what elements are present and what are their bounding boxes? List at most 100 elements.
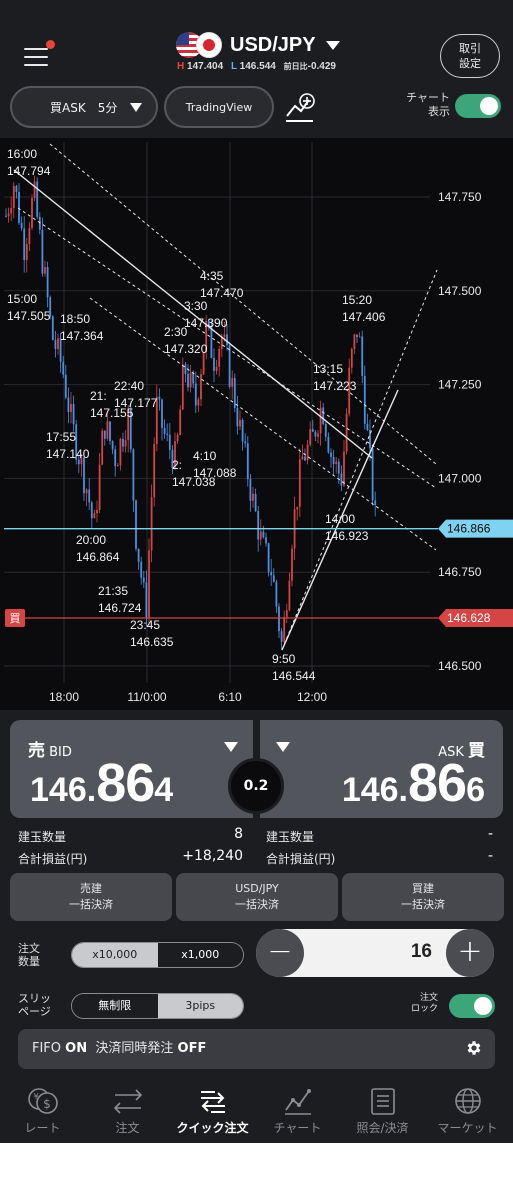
order-qty-label: 注文 数量 xyxy=(18,942,40,968)
candle xyxy=(132,449,135,501)
bid-price-tag-label: 146.866 xyxy=(447,522,491,536)
tab-rate[interactable]: $ ¥ レート xyxy=(0,1080,85,1143)
menu-button[interactable] xyxy=(22,40,55,70)
tab-inquiry[interactable]: 照会/決済 xyxy=(340,1080,425,1143)
interval-selector[interactable]: 買ASK 5分 xyxy=(10,86,158,128)
annotation-price: 147.390 xyxy=(184,316,228,330)
drawing-tool-icon[interactable] xyxy=(283,92,317,124)
candle xyxy=(181,364,184,410)
candle xyxy=(98,464,101,510)
annotation-time: 17:55 xyxy=(46,430,76,444)
candle xyxy=(20,222,23,229)
candle xyxy=(244,441,247,444)
unit-10000-option[interactable]: x10,000 xyxy=(72,943,158,967)
gear-icon[interactable] xyxy=(465,1039,483,1057)
candle xyxy=(327,436,330,453)
annotation-price: 147.470 xyxy=(200,286,244,300)
candle xyxy=(83,457,85,494)
candle xyxy=(304,456,306,461)
pair-selector[interactable]: USD/JPY xyxy=(176,31,340,59)
tradingview-button[interactable]: TradingView xyxy=(164,86,274,128)
quick-order-icon xyxy=(200,1091,225,1113)
slippage-selector[interactable]: 無制限 3pips xyxy=(71,993,244,1019)
candle xyxy=(90,502,93,519)
candle xyxy=(189,372,192,388)
trade-settings-button[interactable]: 取引 設定 xyxy=(440,34,500,78)
candle xyxy=(122,438,124,447)
candle xyxy=(200,374,202,400)
annotation-price: 147.505 xyxy=(7,309,51,323)
annotation-price: 146.864 xyxy=(76,550,120,564)
candle xyxy=(179,409,182,435)
tab-quick-order[interactable]: クイック注文 xyxy=(170,1080,255,1143)
unit-1000-option[interactable]: x1,000 xyxy=(157,943,243,967)
candle xyxy=(252,493,254,501)
candle xyxy=(62,361,65,375)
tab-market[interactable]: マーケット xyxy=(425,1080,510,1143)
change-value: -0.429 xyxy=(307,61,336,72)
candle xyxy=(246,443,249,480)
tab-order[interactable]: 注文 xyxy=(85,1080,170,1143)
globe-icon xyxy=(454,1088,481,1114)
fifo-settings-bar[interactable]: FIFO ON 決済同時発注 OFF xyxy=(18,1029,495,1069)
slippage-3pips-option[interactable]: 3pips xyxy=(157,994,243,1018)
high-low-readout: H 147.404 L 146.544 前日比-0.429 xyxy=(177,61,336,72)
candle xyxy=(270,571,273,576)
close-all-sell-button[interactable]: 売建 一括決済 xyxy=(10,873,172,921)
candle xyxy=(226,334,228,346)
app: USD/JPY H 147.404 L 146.544 前日比-0.429 取引… xyxy=(0,0,513,1143)
chart-display-toggle[interactable] xyxy=(455,94,501,118)
tab-chart[interactable]: チャート xyxy=(255,1080,340,1143)
annotation-time: 22:40 xyxy=(114,379,144,393)
chevron-down-icon xyxy=(130,103,142,112)
order-lock-label: 注文 ロック xyxy=(410,993,438,1014)
annotation-time: 21: xyxy=(90,389,107,403)
candle xyxy=(153,444,156,498)
unit-selector[interactable]: x10,000 x1,000 xyxy=(71,942,244,968)
candle xyxy=(285,610,288,618)
chart-toggle-label: チャート 表示 xyxy=(406,91,450,118)
candle xyxy=(176,434,179,442)
high-value: 147.404 xyxy=(187,61,224,72)
price-chart[interactable]: 147.750 147.500 147.250 147.000 146.750 146.5… xyxy=(0,138,513,710)
annotation-price: 147.406 xyxy=(342,310,386,324)
quantity-value[interactable]: 16 xyxy=(411,941,432,963)
buy-ask-button[interactable]: ASK 買 146.866 xyxy=(260,720,503,818)
close-all-buy-button[interactable]: 買建 一括決済 xyxy=(342,873,504,921)
candle xyxy=(31,197,33,228)
candle xyxy=(319,407,322,434)
candle xyxy=(257,510,260,540)
candle xyxy=(213,357,215,371)
annotation-price: 147.223 xyxy=(313,379,357,393)
candle xyxy=(223,334,226,337)
candle xyxy=(38,216,41,230)
candle xyxy=(124,440,127,447)
order-lock-toggle[interactable] xyxy=(449,994,495,1018)
chevron-down-icon[interactable] xyxy=(276,742,290,752)
low-value: 146.544 xyxy=(239,61,276,72)
annotation-time: 4:35 xyxy=(200,269,224,283)
candle xyxy=(337,461,340,474)
header: USD/JPY H 147.404 L 146.544 前日比-0.429 取引… xyxy=(0,0,513,136)
candle xyxy=(371,448,374,501)
chevron-down-icon[interactable] xyxy=(224,742,238,752)
plus-button[interactable]: + xyxy=(446,929,494,977)
ask-price: 146.866 xyxy=(341,753,485,813)
fifo-value: ON xyxy=(65,1041,88,1056)
candle xyxy=(88,489,91,503)
candle xyxy=(44,267,46,274)
candle xyxy=(96,509,98,514)
candle xyxy=(366,423,369,431)
annotation-time: 14:00 xyxy=(325,512,355,526)
close-all-pair-button[interactable]: USD/JPY 一括決済 xyxy=(176,873,338,921)
bottom-tab-bar: $ ¥ レート 注文 クイック注文 チャート 照会/決済 マーケット xyxy=(0,1080,513,1143)
sell-bid-button[interactable]: 売 BID 146.864 xyxy=(10,720,253,818)
position-price-tag-label: 146.628 xyxy=(447,611,491,625)
candle xyxy=(335,461,338,464)
minus-button[interactable]: − xyxy=(256,929,304,977)
slippage-unlimited-option[interactable]: 無制限 xyxy=(72,994,158,1018)
candle xyxy=(142,577,145,583)
annotation-time: 13:15 xyxy=(313,362,343,376)
candle xyxy=(278,606,280,632)
candle xyxy=(311,429,314,432)
